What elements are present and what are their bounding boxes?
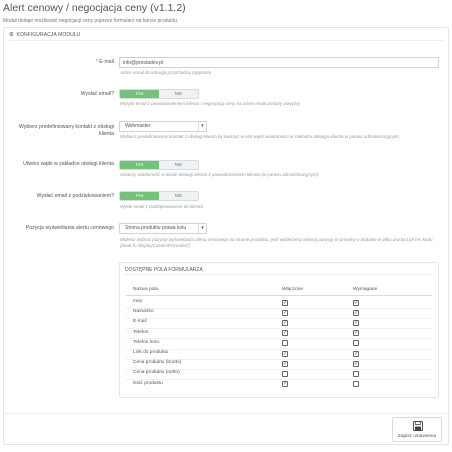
required-checkbox[interactable]: ✓ [353,360,359,367]
enabled-checkbox[interactable]: ✓ [282,360,288,367]
create-thread-label: Utwórz wątki w zakładce obsługi klienta [23,161,114,167]
table-row-divider [126,317,432,319]
thank-email-label: Wysłać email z podziękowaniem? [36,193,114,199]
enabled-checkbox[interactable]: ✓ [282,350,288,357]
send-email-on[interactable]: TAK [120,90,159,98]
email-label: * E-mail [95,59,114,65]
default-contact-help: Wybierz predefiniowany kontakt z obsługi… [120,134,400,139]
required-checkbox[interactable] [353,370,359,377]
create-thread-on[interactable]: TAK [120,161,159,169]
table-row-divider [126,379,432,381]
enabled-checkbox[interactable]: ✓ [282,319,288,326]
cog-icon: ⚙ [9,32,15,38]
alert-position-label: Pozycja wyświetlania alertu cenowego [25,225,114,231]
save-button-label: Zapisz ustawienia [397,434,437,439]
required-checkbox[interactable]: ✓ [353,350,359,357]
footer-divider [4,413,448,414]
table-header-divider [126,295,432,296]
default-contact-select[interactable]: Webmaster ▾ [119,121,207,132]
chevron-down-icon: ▾ [198,122,206,131]
email-field[interactable] [119,57,439,68]
send-email-label: Wysłać email? [80,91,114,97]
enabled-checkbox[interactable]: ✓ [282,299,288,306]
alert-position-value: Strona produktu prawa kolu [125,225,187,231]
table-row-name: Imię [133,299,143,304]
required-checkbox[interactable]: ✓ [353,319,359,326]
panel-heading: ⚙ KONFIGURACJA MODUŁU [9,32,80,38]
create-thread-help: Utworzy wiadomość w dziale obsługi klien… [120,172,319,177]
send-email-switch[interactable]: TAK NIE [119,89,199,99]
available-fields-divider [124,274,434,275]
required-checkbox[interactable]: ✓ [353,299,359,306]
save-button[interactable]: Zapisz ustawienia [392,417,442,442]
thank-email-help: Wyśle email z podziękowaniem do klienta [120,204,204,209]
table-row-name: Telefon [133,329,149,335]
alert-position-select[interactable]: Strona produktu prawa kolu ▾ [119,223,207,234]
enabled-checkbox[interactable]: ✓ [282,381,288,388]
panel-heading-label: KONFIGURACJA MODUŁU [16,32,81,38]
page-title: Alert cenowy / negocjacja ceny (v1.1.2) [3,2,186,14]
page-subtitle: Moduł dodaje możliwość negocjacji ceny p… [3,18,177,24]
thank-email-off[interactable]: NIE [159,192,198,200]
enabled-checkbox[interactable] [282,370,288,377]
send-email-help: Wysyła email z powiadomieniem klienta / … [120,101,300,106]
required-checkbox[interactable] [353,340,359,347]
table-row-name: Nazwisko [133,309,154,315]
table-row-divider [126,338,432,340]
required-checkbox[interactable] [353,381,359,388]
table-row-divider [126,348,432,350]
table-row-name: E-mail [133,319,147,325]
thank-email-on[interactable]: TAK [120,192,159,200]
available-fields-panel: DOSTĘPNE POLA FORMULARZA Nazwa pola Włąc… [119,262,439,398]
required-checkbox[interactable]: ✓ [353,309,359,316]
save-disk-icon [413,421,423,431]
col-header-enabled: Włączone [282,287,304,292]
col-header-required: Wymagane [353,287,378,292]
table-row-name: Cena produktu (netto) [133,370,180,376]
required-mark: * [95,59,98,65]
col-header-name: Nazwa pola [133,287,159,292]
email-help: Adres email do którego przychodzą zapyta… [120,70,212,75]
default-contact-label: Wybierz predefiniowany kontakt z obsługi… [18,124,114,137]
table-row-name: Cena produktu (brutto) [133,360,182,366]
table-row-name: Telefon kom. [133,339,161,345]
table-row-name: Ilość produktu [133,380,163,386]
enabled-checkbox[interactable]: ✓ [282,309,288,316]
alert-position-help: Możesz wybrać pozycję wyświetlania alert… [120,237,434,248]
table-row-divider [126,328,432,330]
enabled-checkbox[interactable]: ✓ [282,330,288,337]
create-thread-off[interactable]: NIE [159,161,198,169]
default-contact-value: Webmaster [125,123,151,129]
chevron-down-icon: ▾ [198,224,206,233]
enabled-checkbox[interactable] [282,340,288,347]
panel-heading-divider [9,40,443,41]
send-email-off[interactable]: NIE [159,90,198,98]
required-checkbox[interactable]: ✓ [353,330,359,337]
table-row-divider [126,307,432,309]
thank-email-switch[interactable]: TAK NIE [119,191,199,201]
create-thread-switch[interactable]: TAK NIE [119,160,199,170]
available-fields-title: DOSTĘPNE POLA FORMULARZA [125,267,203,273]
table-row-name: Link do produktu [133,350,169,355]
